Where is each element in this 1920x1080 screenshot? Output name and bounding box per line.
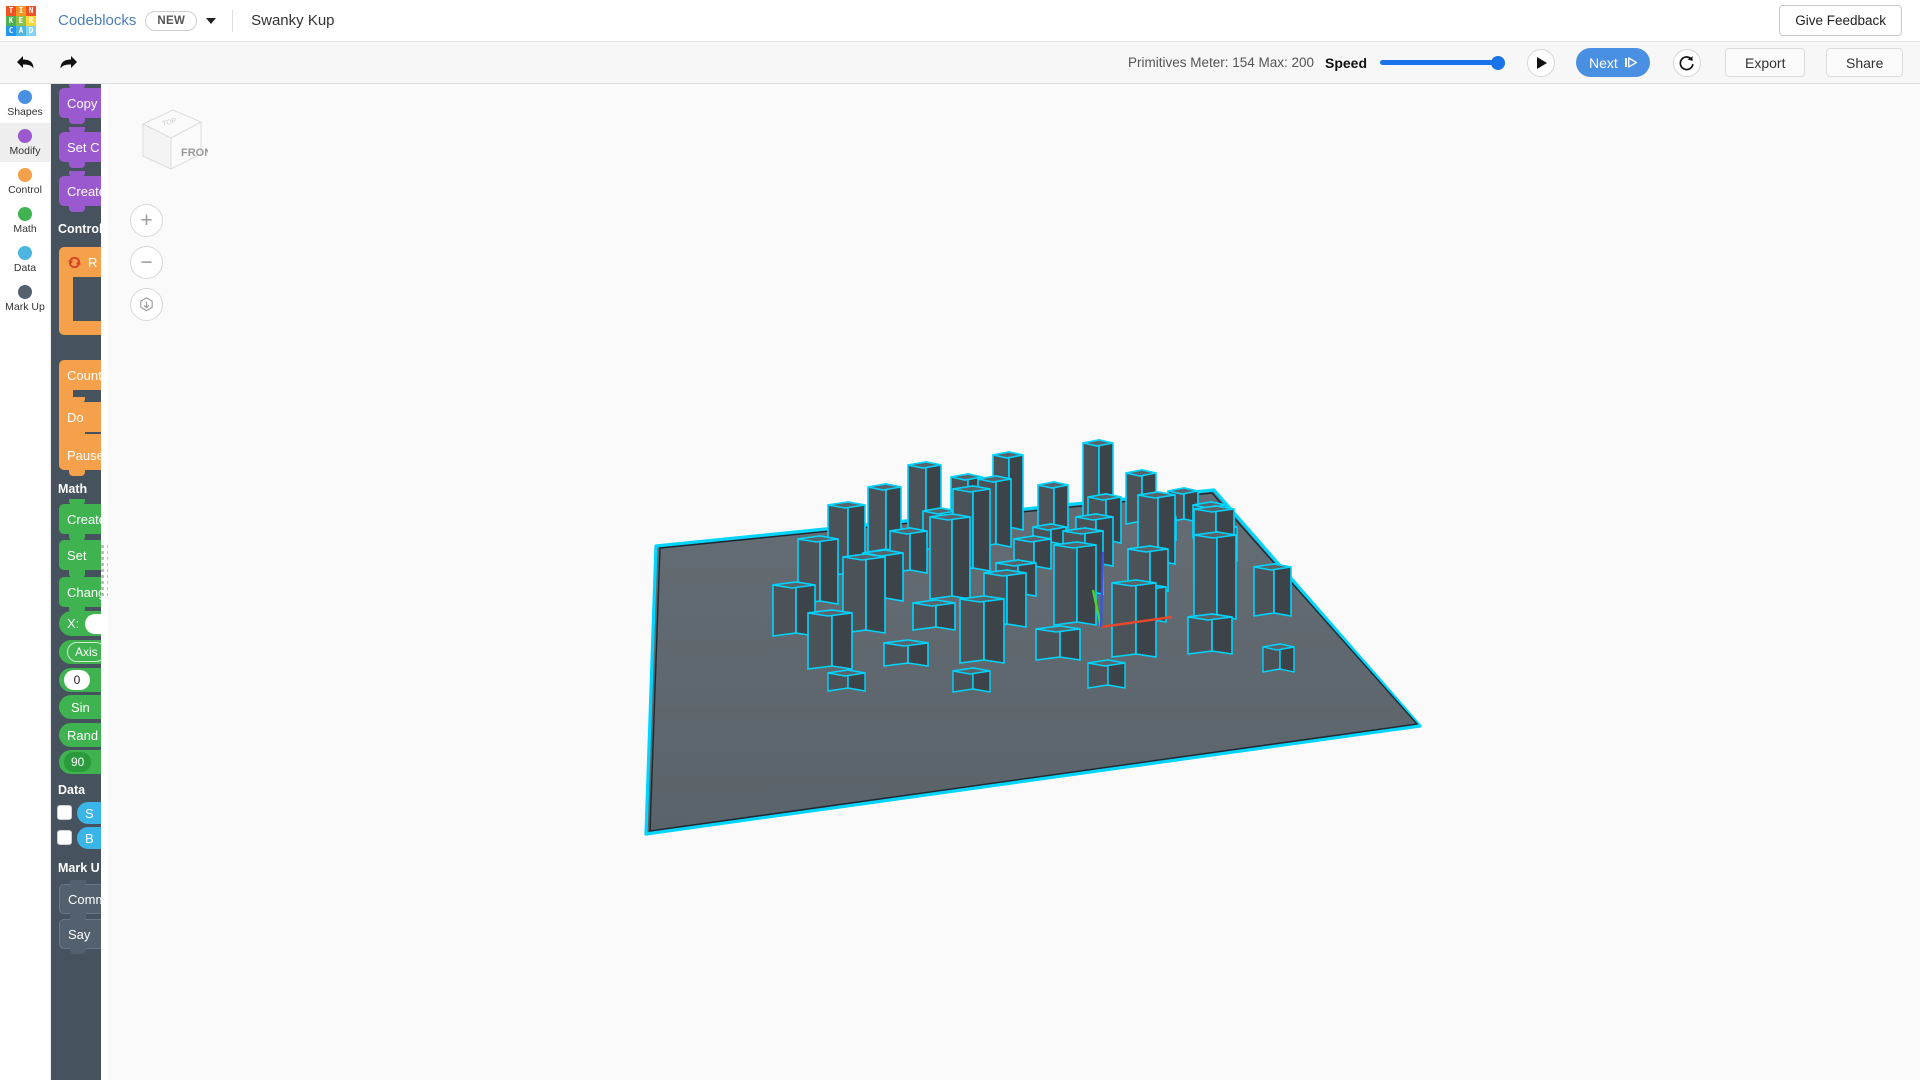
block-axis-label: Axis xyxy=(67,642,101,662)
header-divider xyxy=(232,9,234,32)
logo-letter: I xyxy=(16,5,26,16)
block-x-label: X: xyxy=(67,616,80,631)
codeblocks-link[interactable]: Codeblocks xyxy=(58,12,136,29)
block-sin[interactable]: Sin xyxy=(59,695,101,719)
logo-letter: R xyxy=(26,15,36,26)
logo-letter: D xyxy=(26,25,36,36)
undo-arrow-icon[interactable] xyxy=(15,53,35,73)
sidebar-item-label: Modify xyxy=(9,144,41,157)
modify-color-dot xyxy=(18,128,32,143)
logo-letter: K xyxy=(6,15,16,26)
block-x-coordinate[interactable]: X: xyxy=(59,611,101,636)
3d-viewport[interactable]: FRONT TOP + − xyxy=(108,84,1920,1080)
3d-scene[interactable] xyxy=(108,84,1920,1080)
step-forward-icon xyxy=(1624,56,1637,69)
sidebar-item-label: Data xyxy=(13,261,37,274)
logo-letter: T xyxy=(6,5,16,16)
play-button[interactable] xyxy=(1527,48,1555,77)
editor-toolbar: Primitives Meter: 154 Max: 200 Speed Nex… xyxy=(0,42,1920,84)
section-header-math: Math xyxy=(58,482,88,496)
logo-letter: A xyxy=(16,25,26,36)
block-set-color[interactable]: Set C xyxy=(59,127,101,168)
new-badge: NEW xyxy=(145,10,198,31)
section-header-data: Data xyxy=(58,783,86,797)
next-step-button[interactable]: Next xyxy=(1576,48,1650,77)
data-checkbox-build[interactable] xyxy=(57,830,72,845)
sidebar-item-label: Mark Up xyxy=(5,300,45,313)
block-number-zero[interactable]: 0 xyxy=(59,668,101,692)
block-create-variable[interactable]: Create xyxy=(59,499,101,540)
block-count-label: Count xyxy=(67,367,101,383)
math-color-dot xyxy=(18,206,32,221)
block-axis[interactable]: Axis xyxy=(59,640,101,664)
repeat-loop-icon xyxy=(67,256,82,268)
block-comment[interactable]: Comm xyxy=(59,880,101,919)
block-change-variable[interactable]: Chang xyxy=(59,572,101,613)
sidebar-item-modify[interactable]: Modify xyxy=(0,123,50,162)
block-repeat-foot xyxy=(59,321,101,335)
sidebar-item-label: Shapes xyxy=(7,105,43,118)
block-set-variable[interactable]: Set xyxy=(59,535,101,576)
block-pause[interactable]: Pause xyxy=(59,435,101,476)
block-copy[interactable]: Copy xyxy=(59,84,101,124)
blocks-palette[interactable]: Copy Set C Create Control R Count Do Pau… xyxy=(51,84,101,1080)
play-triangle-icon xyxy=(1537,56,1547,69)
redo-arrow-icon[interactable] xyxy=(58,53,78,73)
restart-button[interactable] xyxy=(1673,48,1701,77)
section-header-markup: Mark U xyxy=(58,861,100,875)
data-checkbox-show[interactable] xyxy=(57,805,72,820)
block-x-value[interactable] xyxy=(85,613,101,634)
sidebar-item-data[interactable]: Data xyxy=(0,240,50,279)
undo-redo-group xyxy=(15,53,78,73)
restart-arrow-icon xyxy=(1679,55,1694,70)
logo-letter: E xyxy=(16,15,26,26)
block-random[interactable]: Rand xyxy=(59,723,101,747)
block-number-ninety-value[interactable]: 90 xyxy=(64,752,92,772)
primitives-meter-label: Primitives Meter: 154 Max: 200 xyxy=(1128,55,1315,70)
block-repeat-label: R xyxy=(59,247,101,277)
next-button-label: Next xyxy=(1589,54,1618,71)
sidebar-item-markup[interactable]: Mark Up xyxy=(0,279,50,318)
give-feedback-button[interactable]: Give Feedback xyxy=(1779,5,1902,36)
logo-letter: N xyxy=(26,5,36,16)
data-color-dot xyxy=(18,245,32,260)
control-color-dot xyxy=(18,167,32,182)
speed-slider-knob[interactable] xyxy=(1491,55,1505,70)
section-header-control: Control xyxy=(58,222,101,236)
sidebar-item-label: Math xyxy=(13,222,37,235)
tinkercad-logo[interactable]: T I N K E R C A D xyxy=(6,5,36,36)
panel-resize-handle[interactable] xyxy=(101,545,110,599)
category-rail: Shapes Modify Control Math Data Mark Up xyxy=(0,84,51,1080)
block-repeat[interactable]: R xyxy=(59,247,101,335)
block-create[interactable]: Create xyxy=(59,171,101,212)
export-button[interactable]: Export xyxy=(1725,48,1806,77)
share-button[interactable]: Share xyxy=(1826,48,1904,77)
block-do[interactable]: Do xyxy=(59,397,101,438)
block-say[interactable]: Say xyxy=(59,915,101,954)
chevron-down-icon[interactable] xyxy=(206,17,217,24)
sidebar-item-shapes[interactable]: Shapes xyxy=(0,84,50,123)
block-number-ninety[interactable]: 90 xyxy=(59,750,101,774)
block-repeat-body[interactable] xyxy=(73,277,101,321)
markup-color-dot xyxy=(18,284,32,299)
shapes-color-dot xyxy=(18,89,32,104)
sidebar-item-label: Control xyxy=(8,183,42,196)
block-number-zero-value[interactable]: 0 xyxy=(64,670,90,690)
logo-letter: C xyxy=(6,25,16,36)
sidebar-item-control[interactable]: Control xyxy=(0,162,50,201)
sidebar-item-math[interactable]: Math xyxy=(0,201,50,240)
speed-slider-track xyxy=(1380,60,1502,65)
block-shape-variable[interactable]: S xyxy=(77,802,101,824)
page-title: Swanky Kup xyxy=(251,12,335,29)
speed-slider[interactable] xyxy=(1380,55,1505,71)
app-header: T I N K E R C A D Codeblocks NEW Swanky … xyxy=(0,0,1920,42)
block-build-variable[interactable]: B xyxy=(77,827,101,849)
speed-label: Speed xyxy=(1325,54,1368,71)
